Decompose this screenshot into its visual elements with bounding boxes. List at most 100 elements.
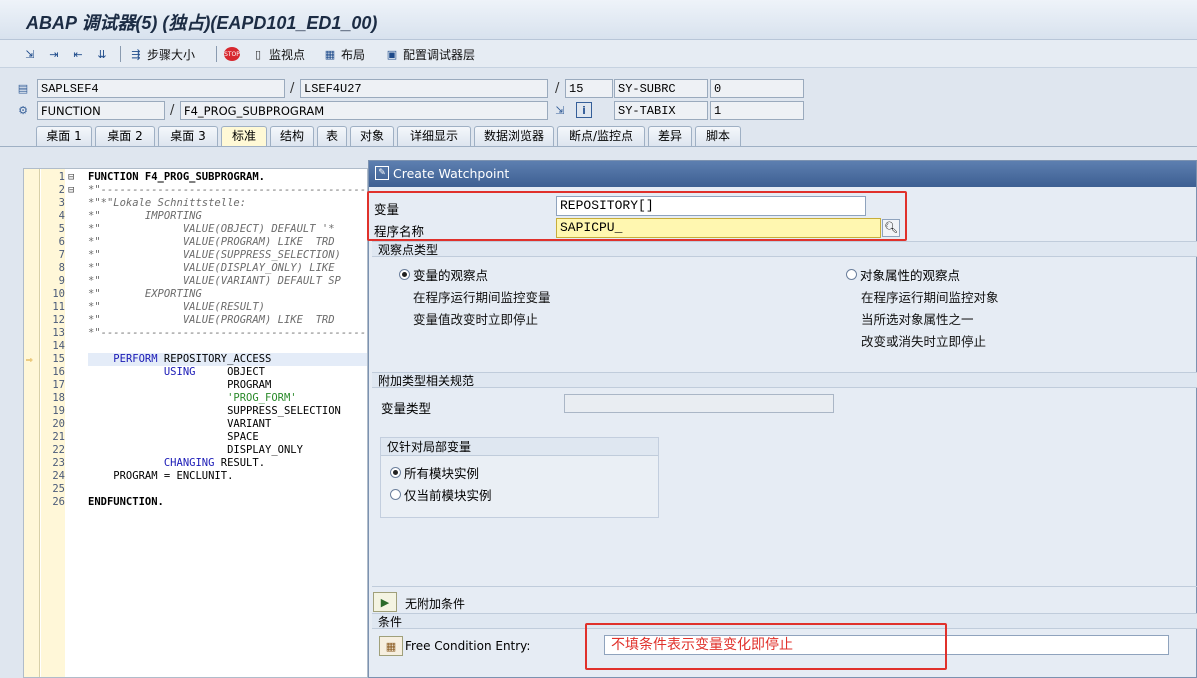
fold-toggle-icon[interactable]: ⊟ bbox=[68, 184, 80, 197]
step-over-button[interactable]: ⇥ bbox=[46, 44, 62, 64]
code-text: *" VALUE(VARIANT) DEFAULT SP bbox=[88, 275, 341, 287]
step-return-icon: ⇤ bbox=[73, 47, 83, 61]
radio-object-watchpoint[interactable]: 对象属性的观察点 bbox=[846, 265, 960, 284]
radio-selected-icon bbox=[390, 467, 401, 478]
separator-slash: / bbox=[170, 103, 175, 118]
tab-2[interactable]: 桌面 3 bbox=[158, 126, 218, 146]
step-size-button[interactable]: ⇶ 步骤大小 bbox=[128, 44, 195, 64]
tab-10[interactable]: 差异 bbox=[648, 126, 692, 146]
step-into-button[interactable]: ⇲ bbox=[22, 44, 38, 64]
include-field: LSEF4U27 bbox=[300, 79, 548, 98]
code-line: 1 ⊟ FUNCTION F4_PROG_SUBPROGRAM. bbox=[24, 171, 367, 184]
line-number: 12 bbox=[52, 314, 65, 326]
highlight-box-variable bbox=[367, 191, 907, 241]
desktop-tabs: 桌面 1 桌面 2 桌面 3 标准 结构表对象 详细显示 数据浏览器 断点/监控点 差异 脚本 bbox=[0, 125, 1197, 147]
code-text: PROGRAM bbox=[88, 379, 272, 391]
code-line: 23 CHANGING RESULT. bbox=[24, 457, 367, 470]
radio-variable-desc1: 在程序运行期间监控变量 bbox=[413, 290, 551, 305]
code-line: 13 *"------------------------------------… bbox=[24, 327, 368, 340]
tab-5[interactable]: 表 bbox=[317, 126, 347, 146]
step-return-button[interactable]: ⇤ bbox=[70, 44, 86, 64]
toolbar-separator bbox=[216, 46, 217, 62]
line-number: 10 bbox=[52, 288, 65, 300]
source-editor[interactable]: 1 ⊟ FUNCTION F4_PROG_SUBPROGRAM. 2 ⊟ *"------… bbox=[23, 168, 368, 678]
code-line: 14 bbox=[24, 340, 367, 353]
line-number: 3 bbox=[58, 197, 65, 209]
info-icon[interactable]: i bbox=[576, 102, 592, 118]
code-keyword: PERFORM bbox=[113, 353, 158, 365]
code-line: 9 *" VALUE(VARIANT) DEFAULT SP bbox=[24, 275, 367, 288]
condition-editor-button[interactable]: ▦ bbox=[379, 636, 403, 656]
radio-unselected-icon bbox=[846, 269, 857, 280]
tab-6[interactable]: 对象 bbox=[350, 126, 394, 146]
code-line: 21 SPACE bbox=[24, 431, 367, 444]
tabix-label: SY-TABIX bbox=[614, 101, 708, 120]
code-line: 16 USING OBJECT bbox=[24, 366, 367, 379]
add-condition-button[interactable]: ▶ bbox=[373, 592, 397, 612]
local-variable-header: 仅针对局部变量 bbox=[381, 438, 658, 456]
dialog-title: Create Watchpoint bbox=[393, 166, 510, 181]
line-number: 11 bbox=[52, 301, 65, 313]
code-line: 11 *" VALUE(RESULT) bbox=[24, 301, 367, 314]
variable-type-input[interactable] bbox=[564, 394, 834, 413]
tab-9[interactable]: 断点/监控点 bbox=[557, 126, 645, 146]
watchpoint-button[interactable]: ▯ 监视点 bbox=[250, 44, 305, 64]
radio-variable-label: 变量的观察点 bbox=[413, 268, 489, 283]
layout-label: 布局 bbox=[341, 47, 366, 62]
radio-selected-icon bbox=[399, 269, 410, 280]
line-number: 7 bbox=[58, 249, 65, 261]
program-icon: ▤ bbox=[17, 81, 29, 95]
title-bar: ABAP 调试器(5) (独占)(EAPD101_ED1_00) bbox=[0, 0, 1197, 40]
code-line: 17 PROGRAM bbox=[24, 379, 367, 392]
dialog-title-bar: ✎ Create Watchpoint bbox=[369, 161, 1196, 187]
line-number: 5 bbox=[58, 223, 65, 235]
watchpoint-type-header: 观察点类型 bbox=[372, 241, 1197, 257]
radio-variable-desc2: 变量值改变时立即停止 bbox=[413, 312, 539, 327]
code-keyword: USING bbox=[163, 366, 196, 378]
create-watchpoint-dialog: ✎ Create Watchpoint 变量 REPOSITORY[] 程序名称… bbox=[367, 160, 1197, 678]
tab-11[interactable]: 脚本 bbox=[695, 126, 741, 146]
code-text: PERFORM REPOSITORY_ACCESS bbox=[113, 353, 272, 365]
code-text: *"--------------------------------------… bbox=[88, 327, 368, 339]
line-number: 18 bbox=[52, 392, 65, 404]
line-number: 19 bbox=[52, 405, 65, 417]
free-condition-label: Free Condition Entry: bbox=[405, 639, 531, 653]
code-line: 6 *" VALUE(PROGRAM) LIKE TRD bbox=[24, 236, 367, 249]
fold-toggle-icon[interactable]: ⊟ bbox=[68, 171, 80, 184]
tab-7[interactable]: 详细显示 bbox=[397, 126, 471, 146]
line-number: 17 bbox=[52, 379, 65, 391]
code-text: *" VALUE(SUPPRESS_SELECTION) bbox=[88, 249, 341, 261]
event-type-field: FUNCTION bbox=[37, 101, 165, 120]
code-text: *" VALUE(PROGRAM) LIKE TRD bbox=[88, 314, 335, 326]
code-line: 2 ⊟ *"------------------------------------… bbox=[24, 184, 367, 197]
radio-unselected-icon bbox=[390, 489, 401, 500]
window-title: ABAP 调试器(5) (独占)(EAPD101_ED1_00) bbox=[26, 13, 378, 33]
subrc-label: SY-SUBRC bbox=[614, 79, 708, 98]
tab-1[interactable]: 桌面 2 bbox=[95, 126, 155, 146]
layout-button[interactable]: ▦ 布局 bbox=[322, 44, 365, 64]
navigate-icon[interactable]: ⇲ bbox=[552, 102, 568, 118]
radio-variable-watchpoint[interactable]: 变量的观察点 bbox=[399, 265, 488, 284]
code-text: USING OBJECT bbox=[163, 366, 266, 378]
code-text: CHANGING RESULT. bbox=[163, 457, 266, 469]
tab-0[interactable]: 桌面 1 bbox=[36, 126, 92, 146]
tab-8[interactable]: 数据浏览器 bbox=[474, 126, 554, 146]
radio-all-instances[interactable]: 所有模块实例 bbox=[390, 463, 479, 482]
line-number: 2 bbox=[58, 184, 65, 196]
line-number: 6 bbox=[58, 236, 65, 248]
configure-layers-button[interactable]: ▣ 配置调试器层 bbox=[384, 44, 475, 64]
code-line: 19 SUPPRESS_SELECTION bbox=[24, 405, 367, 418]
line-number: 8 bbox=[58, 262, 65, 274]
stop-button[interactable]: STOP bbox=[224, 44, 240, 64]
edit-condition-icon: ▦ bbox=[385, 639, 397, 653]
code-line: 24 PROGRAM = ENCLUNIT. bbox=[24, 470, 367, 483]
continue-button[interactable]: ⇊ bbox=[94, 44, 110, 64]
tab-3[interactable]: 标准 bbox=[221, 126, 267, 146]
code-text: DISPLAY_ONLY bbox=[88, 444, 303, 456]
divider bbox=[372, 586, 1197, 587]
code-text: PROGRAM = ENCLUNIT. bbox=[88, 470, 234, 482]
tab-4[interactable]: 结构 bbox=[270, 126, 314, 146]
code-line: 5 *" VALUE(OBJECT) DEFAULT '* bbox=[24, 223, 367, 236]
line-number: 1 bbox=[58, 171, 65, 183]
radio-current-instance[interactable]: 仅当前模块实例 bbox=[390, 485, 492, 504]
